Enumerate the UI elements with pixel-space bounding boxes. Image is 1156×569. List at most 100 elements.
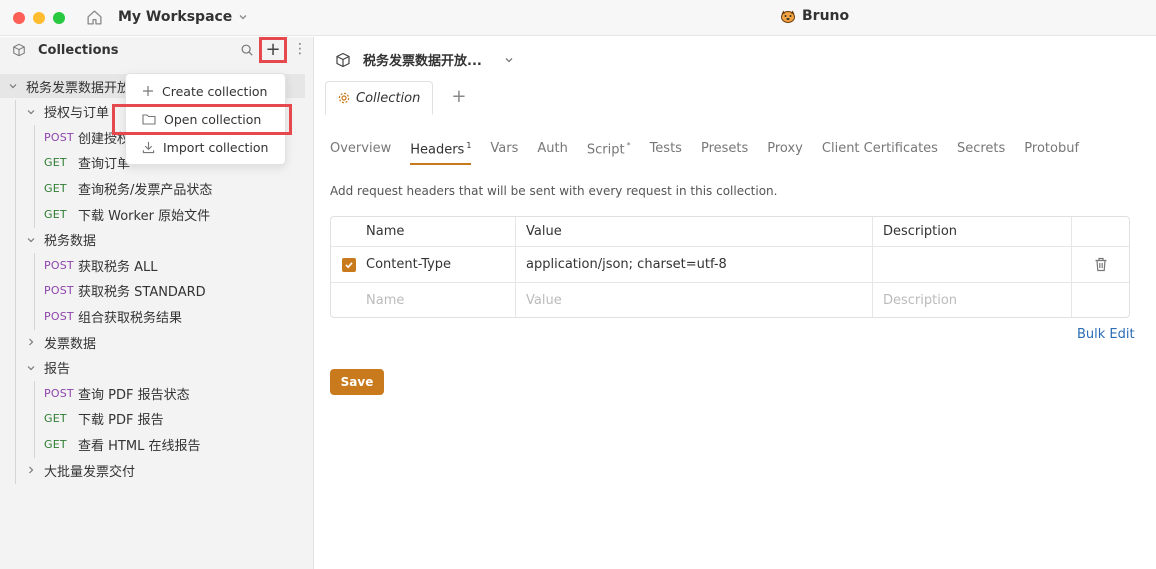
tab-headers[interactable]: Headers 1 [410, 141, 472, 166]
download-icon [142, 141, 155, 153]
tab-collection[interactable]: Collection [325, 81, 434, 115]
tab-protobuf[interactable]: Protobuf [1024, 141, 1079, 165]
folder-item[interactable]: 授权与订单 [26, 100, 109, 124]
method-badge: POST [44, 284, 74, 298]
chevron-down-icon [239, 15, 247, 20]
home-icon[interactable] [86, 9, 103, 26]
tab-script[interactable]: Script * [587, 141, 631, 165]
workspace-switcher[interactable]: My Workspace [118, 9, 248, 25]
collection-name: 税务发票数据开放... [363, 54, 482, 69]
tree-guide-line [15, 99, 16, 484]
request-label: 组合获取税务结果 [78, 310, 183, 326]
method-badge: GET [44, 437, 67, 451]
script-modified-marker: * [626, 141, 631, 150]
more-options-icon[interactable]: ⋮ [293, 41, 307, 57]
tree-guide-line [34, 381, 35, 458]
folder-label: 授权与订单 [44, 106, 110, 122]
folder-item[interactable]: 发票数据 [26, 330, 96, 354]
cube-icon [13, 43, 25, 57]
chevron-down-icon [27, 109, 35, 114]
open-collection-highlight [112, 104, 292, 135]
folder-label: 发票数据 [44, 336, 97, 352]
folder-item[interactable]: 报告 [26, 356, 70, 380]
new-header-row: Name Value Description [331, 283, 1129, 317]
plus-icon [143, 86, 153, 96]
collection-header[interactable]: 税务发票数据开放... [335, 50, 514, 69]
headers-description: Add request headers that will be sent wi… [330, 184, 778, 198]
folder-label: 报告 [44, 362, 71, 378]
method-badge: GET [44, 181, 67, 195]
header-value-cell[interactable]: application/json; charset=utf-8 [516, 247, 873, 282]
create-collection-item[interactable]: Create collection [126, 77, 285, 105]
new-header-value-input[interactable]: Value [516, 283, 873, 317]
add-collection-button[interactable]: + [259, 37, 287, 63]
minimize-window-button[interactable] [33, 12, 45, 24]
method-badge: POST [44, 309, 74, 323]
collections-header: Collections + ⋮ [0, 37, 313, 65]
request-label: 查询 PDF 报告状态 [78, 387, 190, 403]
cube-icon [336, 52, 350, 67]
request-label: 查看 HTML 在线报告 [78, 438, 201, 454]
new-header-description-input[interactable]: Description [873, 283, 1072, 317]
method-badge: POST [44, 258, 74, 272]
column-name-header: Name [331, 217, 516, 246]
maximize-window-button[interactable] [53, 12, 65, 24]
tab-client-certificates[interactable]: Client Certificates [822, 141, 938, 165]
check-icon [345, 262, 353, 269]
workspace-name: My Workspace [118, 9, 233, 25]
import-collection-item[interactable]: Import collection [126, 133, 285, 161]
request-item[interactable]: GET 查询订单 [44, 151, 130, 175]
tab-auth[interactable]: Auth [537, 141, 567, 165]
tab-presets[interactable]: Presets [701, 141, 748, 165]
headers-count-badge: 1 [466, 141, 472, 150]
column-value-header: Value [516, 217, 873, 246]
request-item[interactable]: POST 查询 PDF 报告状态 [44, 381, 190, 405]
tab-overview[interactable]: Overview [330, 141, 391, 165]
request-label: 下载 Worker 原始文件 [78, 208, 211, 224]
collection-root-label: 税务发票数据开放 [26, 80, 131, 96]
method-badge: GET [44, 412, 67, 426]
app-title: Bruno [780, 8, 849, 24]
new-tab-plus-icon[interactable]: + [451, 86, 466, 107]
empty-actions-cell [1072, 283, 1129, 317]
tree-guide-line [34, 125, 35, 228]
request-item[interactable]: GET 查看 HTML 在线报告 [44, 432, 200, 456]
tab-secrets[interactable]: Secrets [957, 141, 1005, 165]
request-item[interactable]: POST 组合获取税务结果 [44, 304, 182, 328]
chevron-right-icon [29, 338, 34, 346]
request-label: 获取税务 STANDARD [78, 285, 206, 301]
request-label: 下载 PDF 报告 [78, 413, 164, 429]
search-icon[interactable] [240, 43, 254, 57]
tab-proxy[interactable]: Proxy [767, 141, 803, 165]
chevron-down-icon [9, 84, 17, 89]
title-bar: My Workspace Bruno [0, 0, 1156, 36]
folder-item[interactable]: 税务数据 [26, 228, 96, 252]
chevron-down-icon [27, 365, 35, 370]
tab-vars[interactable]: Vars [490, 141, 518, 165]
tab-bar: Collection + [325, 81, 466, 115]
request-item[interactable]: GET 下载 PDF 报告 [44, 407, 164, 431]
header-name-cell[interactable]: Content-Type [331, 247, 516, 282]
method-badge: POST [44, 386, 74, 400]
request-item[interactable]: GET 查询税务/发票产品状态 [44, 176, 212, 200]
folder-item[interactable]: 大批量发票交付 [26, 458, 135, 482]
app-name: Bruno [802, 8, 850, 24]
column-description-header: Description [873, 217, 1072, 246]
new-header-name-input[interactable]: Name [331, 283, 516, 317]
method-badge: POST [44, 130, 74, 144]
header-description-cell[interactable] [873, 247, 1072, 282]
save-button[interactable]: Save [330, 369, 384, 395]
bulk-edit-link[interactable]: Bulk Edit [1077, 327, 1135, 342]
header-enabled-checkbox[interactable] [342, 258, 356, 272]
method-badge: GET [44, 156, 67, 170]
request-label: 查询税务/发票产品状态 [78, 182, 213, 198]
request-item[interactable]: GET 下载 Worker 原始文件 [44, 202, 210, 226]
close-window-button[interactable] [13, 12, 25, 24]
request-item[interactable]: POST 获取税务 STANDARD [44, 279, 206, 303]
tab-tests[interactable]: Tests [650, 141, 682, 165]
plus-icon: + [265, 39, 281, 60]
delete-header-button[interactable] [1072, 247, 1129, 282]
headers-table: Name Value Description Content-Type appl… [330, 216, 1130, 318]
table-header-row: Name Value Description [331, 217, 1129, 247]
request-item[interactable]: POST 获取税务 ALL [44, 253, 158, 277]
